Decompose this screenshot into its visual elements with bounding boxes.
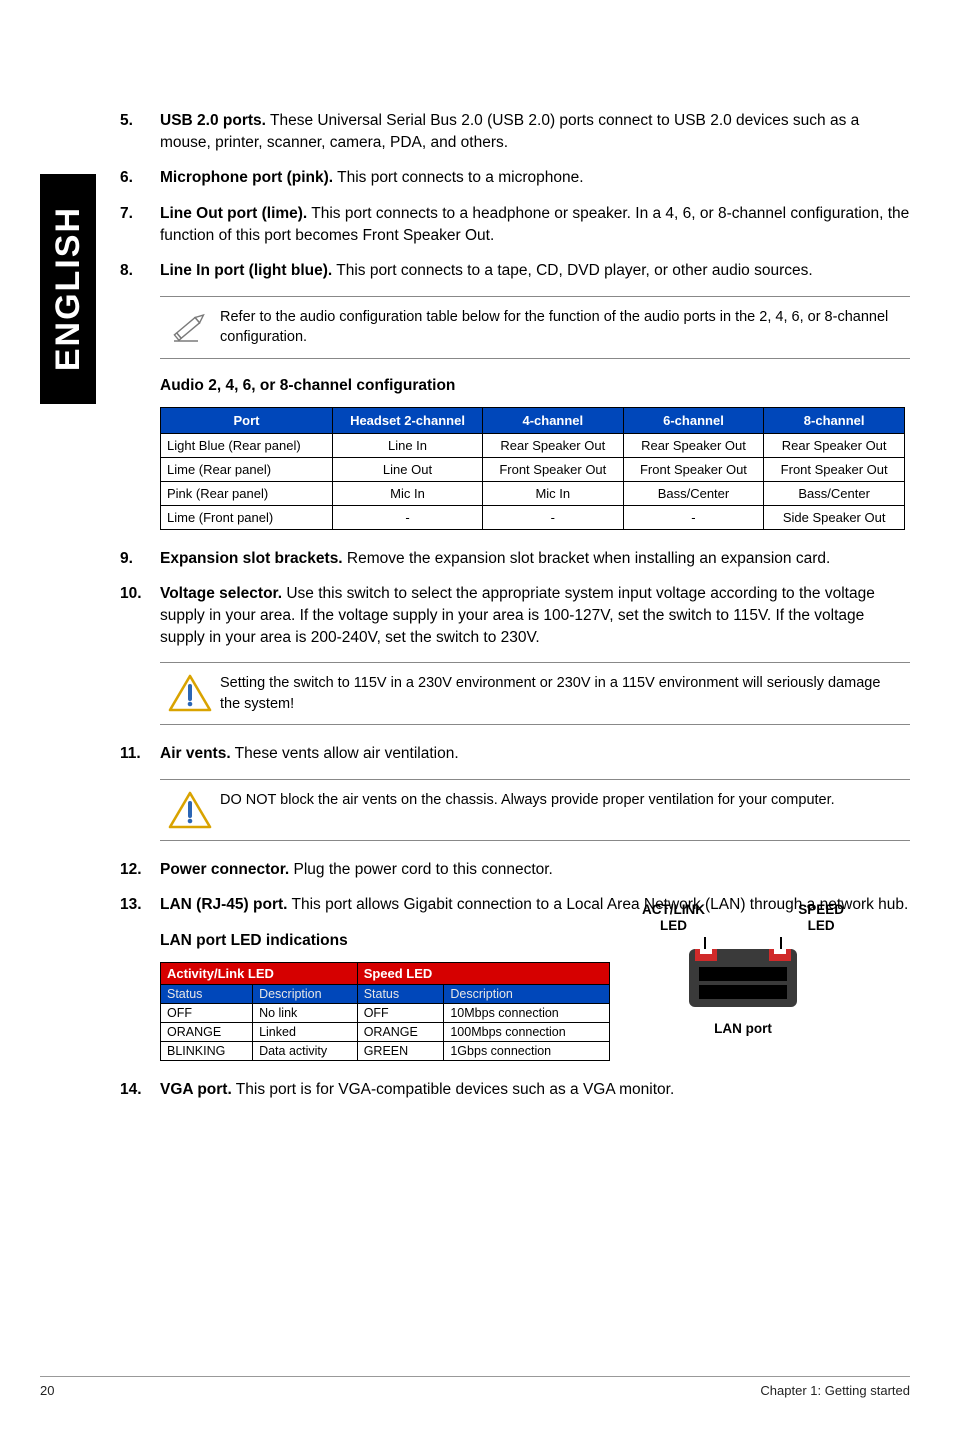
language-tab-label: ENGLISH [49,206,88,371]
lan-led-table: Activity/Link LED Speed LED Status Descr… [160,962,610,1061]
note-air-vents: DO NOT block the air vents on the chassi… [160,779,910,841]
item-number: 13. [120,894,160,916]
note-text: Setting the switch to 115V in a 230V env… [220,673,910,714]
item-body: Air vents. These vents allow air ventila… [160,743,910,765]
item-body: Microphone port (pink). This port connec… [160,167,910,189]
speed-led-label: SPEED LED [798,902,844,934]
note-text: DO NOT block the air vents on the chassi… [220,790,910,810]
col-speed: Speed LED [357,963,609,985]
col-activity-link: Activity/Link LED [161,963,358,985]
item-number: 9. [120,548,160,570]
item-body: Line Out port (lime). This port connects… [160,203,910,246]
item-body: Voltage selector. Use this switch to sel… [160,583,910,648]
item-body: Power connector. Plug the power cord to … [160,859,910,881]
page-number: 20 [40,1383,54,1398]
col-6ch: 6-channel [623,407,764,433]
table-row: Light Blue (Rear panel) Line In Rear Spe… [161,433,905,457]
col-port: Port [161,407,333,433]
list-item: 12. Power connector. Plug the power cord… [120,859,910,881]
chapter-label: Chapter 1: Getting started [760,1383,910,1398]
pencil-icon [160,307,220,347]
rj45-port-icon [638,937,848,1015]
list-item: 8. Line In port (light blue). This port … [120,260,910,282]
table-row: Lime (Front panel) - - - Side Speaker Ou… [161,505,905,529]
item-body: Expansion slot brackets. Remove the expa… [160,548,910,570]
warning-icon [160,790,220,830]
audio-config-table: Port Headset 2-channel 4-channel 6-chann… [160,407,905,530]
language-tab: ENGLISH [40,174,96,404]
note-voltage-warning: Setting the switch to 115V in a 230V env… [160,662,910,725]
table-row: Pink (Rear panel) Mic In Mic In Bass/Cen… [161,481,905,505]
col-4ch: 4-channel [482,407,623,433]
table-header-row: Activity/Link LED Speed LED [161,963,610,985]
act-link-led-label: ACT/LINK LED [642,902,705,934]
note-text: Refer to the audio configuration table b… [220,307,910,348]
table-subheader-row: Status Description Status Description [161,985,610,1004]
warning-icon [160,673,220,713]
item-number: 7. [120,203,160,246]
table-row: Lime (Rear panel) Line Out Front Speaker… [161,457,905,481]
item-number: 8. [120,260,160,282]
table-row: ORANGE Linked ORANGE 100Mbps connection [161,1023,610,1042]
item-body: USB 2.0 ports. These Universal Serial Bu… [160,110,910,153]
item-number: 11. [120,743,160,765]
table-header-row: Port Headset 2-channel 4-channel 6-chann… [161,407,905,433]
item-number: 12. [120,859,160,881]
list-item: 6. Microphone port (pink). This port con… [120,167,910,189]
table-row: OFF No link OFF 10Mbps connection [161,1004,610,1023]
lan-port-diagram: ACT/LINK LED SPEED LED [638,902,848,1037]
list-item: 5. USB 2.0 ports. These Universal Serial… [120,110,910,153]
col-2ch: Headset 2-channel [333,407,483,433]
item-body: Line In port (light blue). This port con… [160,260,910,282]
audio-config-title: Audio 2, 4, 6, or 8-channel configuratio… [160,377,910,395]
item-number: 10. [120,583,160,648]
content-area: 5. USB 2.0 ports. These Universal Serial… [120,110,910,1114]
list-item: 14. VGA port. This port is for VGA-compa… [120,1079,910,1101]
lan-port-caption: LAN port [638,1021,848,1037]
lan-led-title: LAN port LED indications [160,932,610,950]
list-item: 9. Expansion slot brackets. Remove the e… [120,548,910,570]
item-number: 14. [120,1079,160,1101]
page-footer: 20 Chapter 1: Getting started [40,1376,910,1398]
item-number: 5. [120,110,160,153]
note-audio-config: Refer to the audio configuration table b… [160,296,910,359]
item-number: 6. [120,167,160,189]
table-row: BLINKING Data activity GREEN 1Gbps conne… [161,1042,610,1061]
col-8ch: 8-channel [764,407,905,433]
list-item: 10. Voltage selector. Use this switch to… [120,583,910,648]
item-body: VGA port. This port is for VGA-compatibl… [160,1079,910,1101]
list-item: 7. Line Out port (lime). This port conne… [120,203,910,246]
list-item: 11. Air vents. These vents allow air ven… [120,743,910,765]
